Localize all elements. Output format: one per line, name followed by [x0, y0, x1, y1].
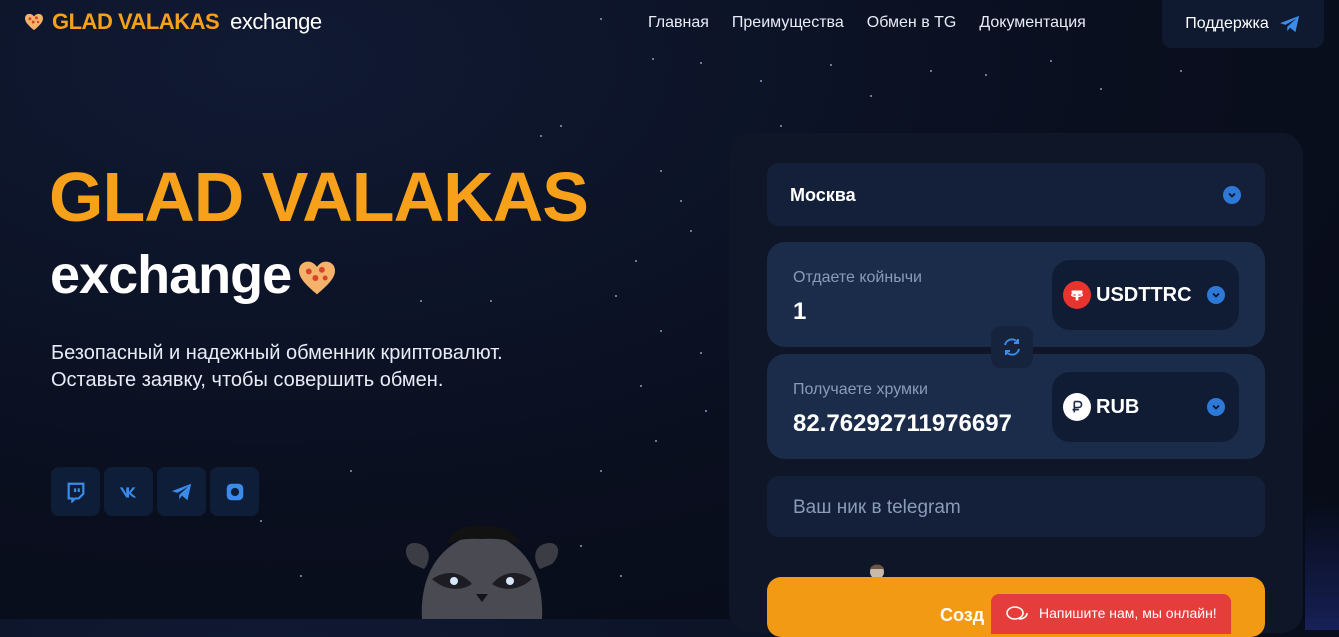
menu-item-exchange-tg[interactable]: Обмен в TG: [867, 14, 957, 32]
telegram-nick-input[interactable]: [791, 494, 1235, 522]
telegram-link[interactable]: [157, 467, 206, 516]
swap-button[interactable]: [991, 326, 1033, 368]
hero-description: Безопасный и надежный обменник криптовал…: [51, 340, 611, 394]
logo-sub: exchange: [230, 9, 322, 34]
menu-item-advantages[interactable]: Преимущества: [732, 14, 844, 32]
raccoon-mascot: [405, 525, 559, 619]
receive-currency-code: RUB: [1096, 396, 1140, 418]
give-amount-input[interactable]: 1: [793, 298, 1028, 326]
chevron-down-icon: [1223, 186, 1241, 204]
create-order-label: Созд: [940, 605, 985, 625]
hero-desc-line-2: Оставьте заявку, чтобы совершить обмен.: [51, 369, 444, 391]
logo[interactable]: GLAD VALAKAS exchange: [24, 9, 322, 35]
swap-icon: [1004, 338, 1020, 356]
hero-subtitle-text: exchange: [50, 245, 292, 305]
twitch-icon: [67, 482, 84, 503]
menu-item-docs[interactable]: Документация: [979, 14, 1085, 32]
ruble-icon: [1063, 393, 1091, 421]
social-links: [51, 467, 259, 516]
give-currency-code: USDTTRC: [1096, 284, 1192, 306]
receive-currency-select[interactable]: RUB: [1052, 372, 1239, 442]
receive-label: Получаете хрумки: [793, 381, 928, 398]
telegram-icon: [171, 483, 191, 500]
instagram-icon: [226, 483, 243, 500]
hero-title: GLAD VALAKAS: [49, 158, 589, 236]
receive-amount-input[interactable]: 82.76292711976697: [793, 410, 1028, 438]
twitch-link[interactable]: [51, 467, 100, 516]
instagram-link[interactable]: [210, 467, 259, 516]
chat-widget[interactable]: Напишите нам, мы онлайн!: [991, 594, 1231, 634]
support-button[interactable]: Поддержка: [1162, 0, 1324, 48]
tether-icon: [1063, 281, 1091, 309]
chevron-down-icon: [1207, 398, 1225, 416]
main-menu: Главная Преимущества Обмен в TG Документ…: [648, 14, 1086, 32]
hero-desc-line-1: Безопасный и надежный обменник криптовал…: [51, 342, 503, 364]
hero-subtitle: exchange: [50, 244, 337, 306]
menu-item-home[interactable]: Главная: [648, 14, 709, 32]
telegram-icon: [1279, 15, 1299, 33]
top-nav: GLAD VALAKAS exchange Главная Преимущест…: [0, 0, 1339, 48]
give-label: Отдаете койнычи: [793, 269, 922, 286]
heart-pizza-icon: [299, 261, 336, 295]
vk-icon: [119, 486, 136, 497]
logo-brand: GLAD VALAKAS: [52, 9, 220, 34]
city-value: Москва: [790, 185, 856, 205]
telegram-nick-field: [767, 476, 1265, 537]
decorative-glow: [1305, 500, 1339, 630]
chat-bubble-icon: [1006, 606, 1028, 620]
support-label: Поддержка: [1185, 15, 1269, 32]
chevron-down-icon: [1207, 286, 1225, 304]
vk-link[interactable]: [104, 467, 153, 516]
give-currency-select[interactable]: USDTTRC: [1052, 260, 1239, 330]
city-select[interactable]: Москва: [767, 163, 1265, 226]
receive-field: Получаете хрумки 82.76292711976697 RUB: [767, 354, 1265, 459]
heart-pizza-icon: [25, 13, 43, 31]
